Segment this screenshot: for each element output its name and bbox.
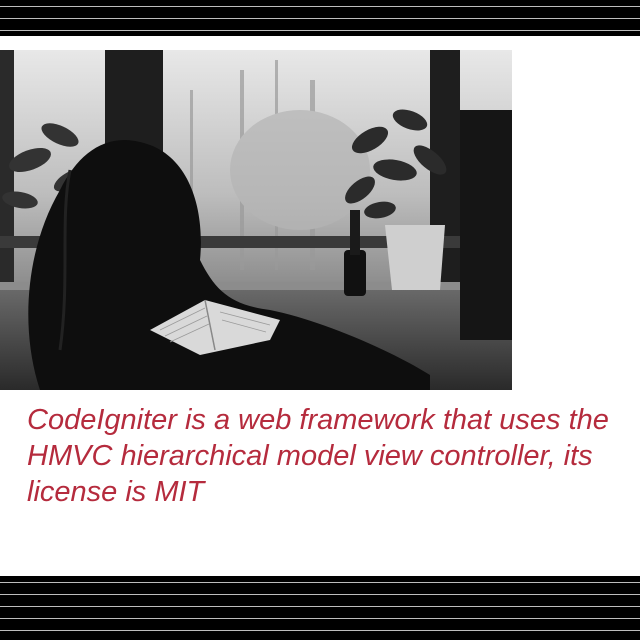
caption-text: CodeIgniter is a web framework that uses… (27, 404, 609, 508)
bottom-stripe-band (0, 576, 640, 640)
reading-woman-photo (0, 50, 512, 390)
top-stripe-band (0, 0, 640, 36)
